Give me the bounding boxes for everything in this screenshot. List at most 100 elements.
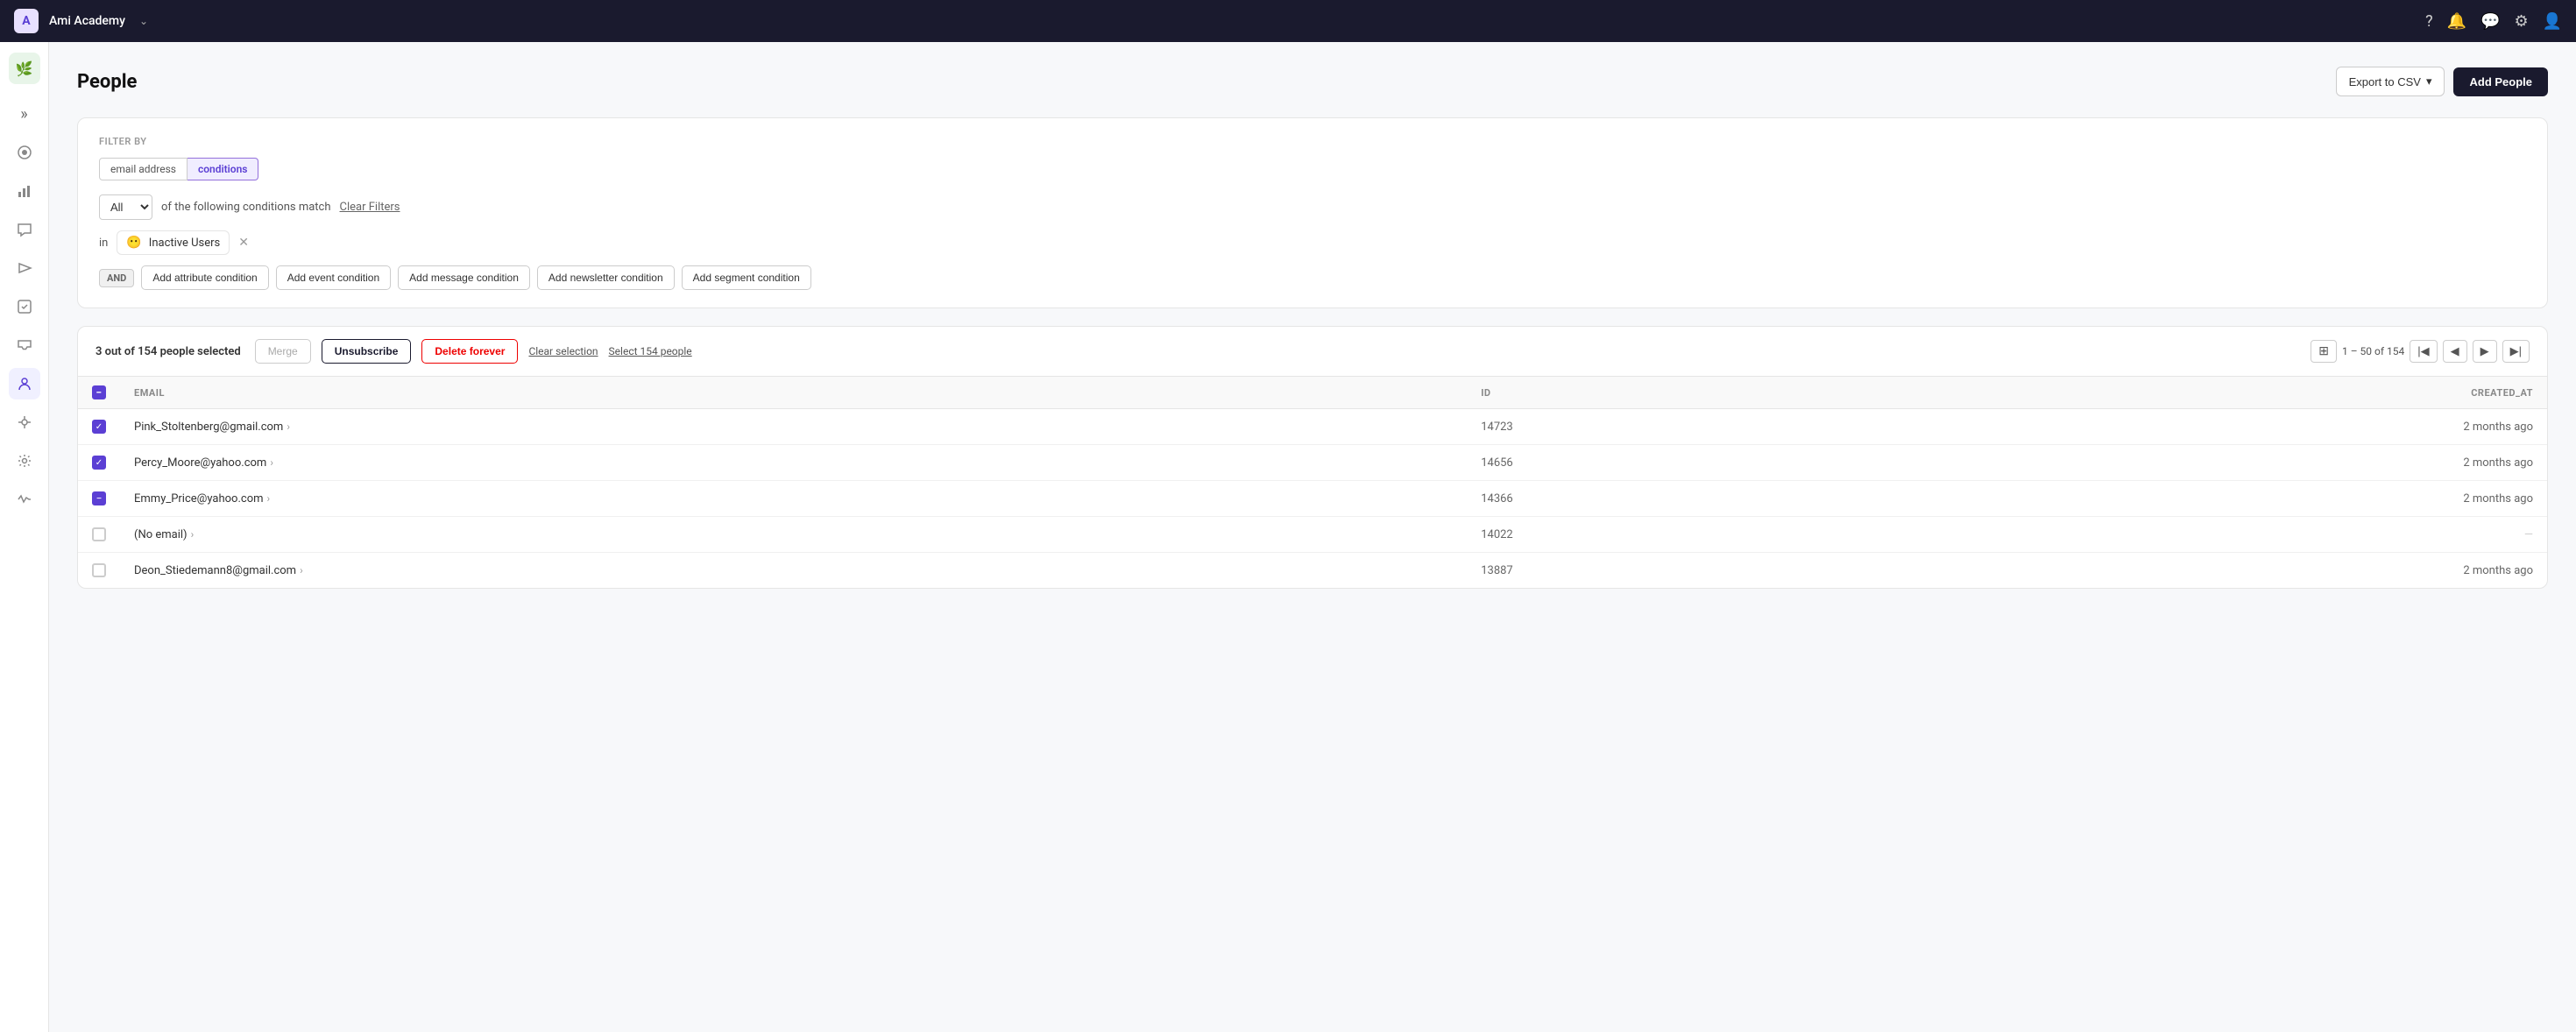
email-cell: Emmy_Price@yahoo.com› bbox=[120, 481, 1467, 517]
row-checkbox-cell bbox=[78, 409, 120, 445]
email-arrow-icon: › bbox=[191, 528, 195, 541]
sidebar-item-dashboard[interactable] bbox=[9, 137, 40, 168]
filter-all-select[interactable]: All Any bbox=[99, 194, 152, 220]
clear-filters-link[interactable]: Clear Filters bbox=[340, 201, 400, 214]
id-cell: 13887 bbox=[1467, 553, 1878, 589]
checkbox-unchecked[interactable] bbox=[92, 527, 106, 541]
id-cell: 14723 bbox=[1467, 409, 1878, 445]
table-row: Emmy_Price@yahoo.com›143662 months ago bbox=[78, 481, 2547, 517]
id-cell: 14022 bbox=[1467, 517, 1878, 553]
grid-view-icon[interactable]: ⊞ bbox=[2311, 340, 2337, 363]
empty-date: — bbox=[2524, 528, 2533, 541]
unsubscribe-button[interactable]: Unsubscribe bbox=[322, 339, 412, 364]
chat-icon[interactable]: 💬 bbox=[2480, 12, 2500, 31]
sidebar-logo: 🌿 bbox=[9, 53, 40, 84]
email-value: Emmy_Price@yahoo.com bbox=[134, 492, 264, 505]
filter-by-label: FILTER BY bbox=[99, 136, 2526, 147]
checkbox-minus[interactable] bbox=[92, 491, 106, 505]
id-cell: 14656 bbox=[1467, 445, 1878, 481]
email-value: Deon_Stiedemann8@gmail.com bbox=[134, 564, 296, 577]
settings-icon[interactable]: ⚙ bbox=[2514, 12, 2528, 31]
filter-tab-email[interactable]: email address bbox=[99, 158, 188, 180]
id-cell: 14366 bbox=[1467, 481, 1878, 517]
email-cell: Percy_Moore@yahoo.com › bbox=[120, 445, 1467, 481]
filter-tab-conditions[interactable]: conditions bbox=[188, 158, 258, 180]
email-link[interactable]: (No email)› bbox=[134, 528, 1453, 541]
app-chevron[interactable]: ⌄ bbox=[139, 15, 148, 27]
email-link[interactable]: Pink_Stoltenberg@gmail.com› bbox=[134, 421, 1453, 434]
created-at-column-header: CREATED_AT bbox=[1878, 377, 2547, 409]
and-badge: AND bbox=[99, 269, 134, 287]
filter-condition-row: All Any of the following conditions matc… bbox=[99, 194, 2526, 220]
segment-filter-row: in 😶 Inactive Users ✕ bbox=[99, 230, 2526, 255]
email-value: (No email) bbox=[134, 528, 188, 541]
clear-selection-button[interactable]: Clear selection bbox=[528, 345, 598, 357]
next-page-button[interactable]: ▶ bbox=[2473, 340, 2497, 363]
email-link[interactable]: Deon_Stiedemann8@gmail.com › bbox=[134, 564, 1453, 577]
pagination: ⊞ 1 – 50 of 154 |◀ ◀ ▶ ▶| bbox=[2311, 340, 2530, 363]
filter-tabs: email address conditions bbox=[99, 158, 2526, 180]
email-arrow-icon: › bbox=[300, 564, 303, 576]
row-checkbox-cell bbox=[78, 445, 120, 481]
created-at-cell: 2 months ago bbox=[1878, 553, 2547, 589]
condition-buttons-row: AND Add attribute condition Add event co… bbox=[99, 265, 2526, 290]
table-row: Percy_Moore@yahoo.com › 146562 months ago bbox=[78, 445, 2547, 481]
add-people-button[interactable]: Add People bbox=[2453, 67, 2548, 96]
first-page-button[interactable]: |◀ bbox=[2410, 340, 2437, 363]
people-table: EMAIL ID CREATED_AT Pink_Stoltenberg@gma… bbox=[78, 377, 2547, 588]
email-arrow-icon: › bbox=[270, 456, 273, 469]
add-newsletter-condition-button[interactable]: Add newsletter condition bbox=[537, 265, 675, 290]
email-cell: Deon_Stiedemann8@gmail.com › bbox=[120, 553, 1467, 589]
sidebar-item-inbox[interactable] bbox=[9, 329, 40, 361]
sidebar-item-people[interactable] bbox=[9, 368, 40, 399]
sidebar-item-campaigns[interactable] bbox=[9, 252, 40, 284]
sidebar-item-activity[interactable] bbox=[9, 484, 40, 515]
header-actions: Export to CSV ▾ Add People bbox=[2336, 67, 2548, 96]
select-all-button[interactable]: Select 154 people bbox=[609, 345, 692, 357]
email-link[interactable]: Emmy_Price@yahoo.com› bbox=[134, 492, 1453, 505]
checkbox-unchecked[interactable] bbox=[92, 563, 106, 577]
merge-button[interactable]: Merge bbox=[255, 339, 311, 364]
checkbox-checked[interactable] bbox=[92, 456, 106, 470]
email-cell: (No email)› bbox=[120, 517, 1467, 553]
checkbox-checked[interactable] bbox=[92, 420, 106, 434]
chevron-down-icon: ▾ bbox=[2426, 74, 2432, 88]
sidebar-item-settings[interactable] bbox=[9, 445, 40, 477]
last-page-button[interactable]: ▶| bbox=[2502, 340, 2530, 363]
filter-in-label: in bbox=[99, 237, 108, 250]
help-icon[interactable]: ? bbox=[2425, 12, 2433, 31]
created-at-cell: 2 months ago bbox=[1878, 445, 2547, 481]
table-row: Pink_Stoltenberg@gmail.com› 147232 months… bbox=[78, 409, 2547, 445]
inactive-users-segment[interactable]: 😶 Inactive Users bbox=[117, 230, 230, 255]
add-message-condition-button[interactable]: Add message condition bbox=[398, 265, 530, 290]
created-at-cell: 2 months ago bbox=[1878, 409, 2547, 445]
add-segment-condition-button[interactable]: Add segment condition bbox=[682, 265, 811, 290]
email-cell: Pink_Stoltenberg@gmail.com› bbox=[120, 409, 1467, 445]
notification-icon[interactable]: 🔔 bbox=[2447, 12, 2466, 31]
sidebar-item-analytics[interactable] bbox=[9, 175, 40, 207]
user-icon[interactable]: 👤 bbox=[2543, 12, 2562, 31]
row-checkbox-cell bbox=[78, 481, 120, 517]
sidebar-item-automation[interactable] bbox=[9, 291, 40, 322]
sidebar-item-messages[interactable] bbox=[9, 214, 40, 245]
main-content: People Export to CSV ▾ Add People FILTER… bbox=[49, 42, 2576, 1032]
add-event-condition-button[interactable]: Add event condition bbox=[276, 265, 391, 290]
table-row: Deon_Stiedemann8@gmail.com › 138872 months… bbox=[78, 553, 2547, 589]
export-csv-button[interactable]: Export to CSV ▾ bbox=[2336, 67, 2445, 96]
sidebar: 🌿 » bbox=[0, 42, 49, 1032]
select-all-checkbox[interactable] bbox=[92, 385, 106, 399]
export-label: Export to CSV bbox=[2349, 75, 2421, 88]
segment-label: Inactive Users bbox=[149, 237, 221, 250]
email-link[interactable]: Percy_Moore@yahoo.com › bbox=[134, 456, 1453, 470]
sidebar-expand[interactable]: » bbox=[9, 98, 40, 130]
remove-segment-button[interactable]: ✕ bbox=[238, 236, 249, 250]
prev-page-button[interactable]: ◀ bbox=[2443, 340, 2467, 363]
row-checkbox-cell bbox=[78, 517, 120, 553]
email-value: Percy_Moore@yahoo.com bbox=[134, 456, 266, 470]
sidebar-item-integrations[interactable] bbox=[9, 406, 40, 438]
add-attribute-condition-button[interactable]: Add attribute condition bbox=[141, 265, 268, 290]
topbar: A Ami Academy ⌄ ? 🔔 💬 ⚙ 👤 bbox=[0, 0, 2576, 42]
delete-forever-button[interactable]: Delete forever bbox=[421, 339, 518, 364]
row-checkbox-cell bbox=[78, 553, 120, 589]
email-arrow-icon: › bbox=[267, 492, 271, 505]
